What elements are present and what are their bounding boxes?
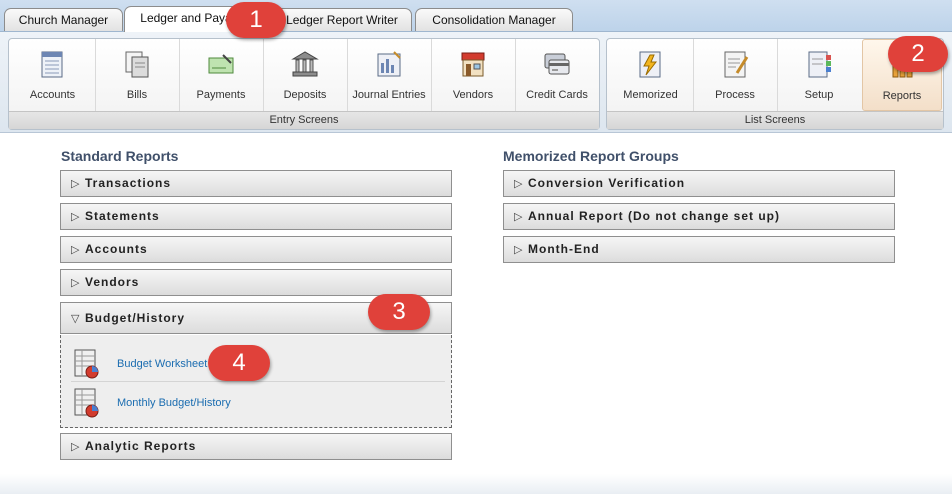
expand-triangle-icon: ▷: [514, 244, 523, 256]
budget-worksheet-link[interactable]: Budget Worksheet: [117, 358, 207, 370]
tab-church-manager[interactable]: Church Manager: [4, 8, 123, 31]
expand-triangle-icon: ▷: [71, 277, 80, 289]
ribbon: Accounts Bills Payments Deposits Journal…: [0, 32, 952, 133]
standard-reports-title: Standard Reports: [61, 148, 179, 164]
tab-strip: Church Manager Ledger and Payables Ledge…: [0, 0, 952, 32]
vendors-button[interactable]: Vendors: [431, 39, 514, 111]
tab-consolidation-manager[interactable]: Consolidation Manager: [415, 8, 573, 31]
bills-icon: [125, 51, 149, 78]
memorized-label: Memorized: [623, 89, 678, 101]
bills-label: Bills: [126, 89, 148, 101]
expand-triangle-icon: ▷: [71, 441, 80, 453]
section-accounts[interactable]: ▷ Accounts: [60, 236, 452, 263]
collapse-triangle-icon: ▽: [71, 313, 80, 325]
monthly-budget-history-link[interactable]: Monthly Budget/History: [117, 397, 231, 409]
setup-button[interactable]: Setup: [777, 39, 860, 111]
entry-screens-label: Entry Screens: [9, 111, 599, 129]
section-budget-history-label: Budget/History: [85, 311, 186, 325]
report-item-monthly-budget-history[interactable]: Monthly Budget/History: [73, 385, 443, 421]
accounts-label: Accounts: [29, 89, 76, 101]
callout-badge-3: 3: [368, 294, 430, 330]
group-annual-report[interactable]: ▷ Annual Report (Do not change set up): [503, 203, 895, 230]
process-button[interactable]: Process: [693, 39, 776, 111]
expand-triangle-icon: ▷: [71, 178, 80, 190]
journal-entries-icon: [377, 51, 401, 77]
tab-ledger-report-writer[interactable]: Ledger Report Writer: [272, 8, 412, 31]
group-annual-report-label: Annual Report (Do not change set up): [528, 209, 780, 223]
vendors-label: Vendors: [452, 89, 494, 101]
expand-triangle-icon: ▷: [71, 244, 80, 256]
section-statements-label: Statements: [85, 209, 160, 223]
callout-badge-2: 2: [888, 36, 948, 72]
reports-label: Reports: [882, 90, 922, 102]
journal-entries-label: Journal Entries: [352, 89, 426, 101]
credit-cards-button[interactable]: Credit Cards: [515, 39, 598, 111]
entry-screens-group: Accounts Bills Payments Deposits Journal…: [8, 38, 600, 130]
memorized-groups-title: Memorized Report Groups: [503, 148, 679, 164]
bottom-band: [0, 474, 952, 494]
deposits-button[interactable]: Deposits: [263, 39, 346, 111]
callout-badge-4: 4: [208, 345, 270, 381]
expand-triangle-icon: ▷: [514, 211, 523, 223]
section-vendors[interactable]: ▷ Vendors: [60, 269, 452, 296]
report-sheet-icon: [74, 388, 99, 418]
expand-triangle-icon: ▷: [514, 178, 523, 190]
group-month-end-label: Month-End: [528, 242, 600, 256]
accounts-button[interactable]: Accounts: [11, 39, 94, 111]
payments-check-icon: [208, 54, 234, 74]
report-sheet-icon: [74, 349, 99, 379]
bills-button[interactable]: Bills: [95, 39, 178, 111]
section-statements[interactable]: ▷ Statements: [60, 203, 452, 230]
deposits-bank-icon: [291, 51, 319, 77]
process-icon: [724, 51, 749, 78]
payments-button[interactable]: Payments: [179, 39, 262, 111]
accounts-ledger-icon: [41, 51, 63, 78]
process-label: Process: [715, 89, 755, 101]
payments-label: Payments: [196, 89, 246, 101]
item-divider: [71, 381, 445, 382]
setup-icon: [808, 51, 831, 78]
credit-cards-label: Credit Cards: [526, 89, 588, 101]
group-conversion-verification-label: Conversion Verification: [528, 176, 686, 190]
memorized-button[interactable]: Memorized: [609, 39, 692, 111]
section-analytic-reports[interactable]: ▷ Analytic Reports: [60, 433, 452, 460]
section-transactions[interactable]: ▷ Transactions: [60, 170, 452, 197]
deposits-label: Deposits: [283, 89, 327, 101]
setup-label: Setup: [804, 89, 834, 101]
journal-entries-button[interactable]: Journal Entries: [347, 39, 430, 111]
vendors-storefront-icon: [461, 52, 485, 77]
group-month-end[interactable]: ▷ Month-End: [503, 236, 895, 263]
section-vendors-label: Vendors: [85, 275, 140, 289]
list-screens-label: List Screens: [607, 111, 943, 129]
expand-triangle-icon: ▷: [71, 211, 80, 223]
section-accounts-label: Accounts: [85, 242, 148, 256]
callout-badge-1: 1: [226, 2, 286, 38]
memorized-icon: [639, 51, 661, 78]
group-conversion-verification[interactable]: ▷ Conversion Verification: [503, 170, 895, 197]
credit-cards-icon: [544, 53, 570, 75]
section-transactions-label: Transactions: [85, 176, 172, 190]
section-analytic-reports-label: Analytic Reports: [85, 439, 197, 453]
